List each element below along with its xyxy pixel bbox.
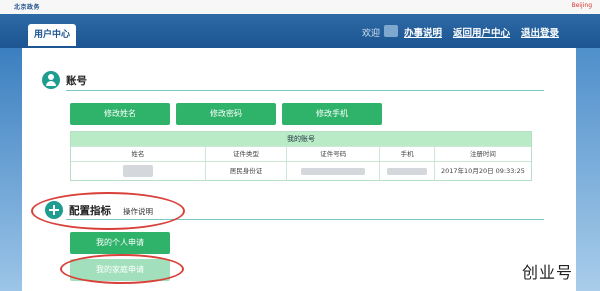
username-redacted	[384, 25, 398, 37]
brand-text: Beijing	[571, 2, 592, 9]
user-center-tab[interactable]: 用户中心	[28, 24, 76, 46]
back-to-user-center-link[interactable]: 返回用户中心	[453, 25, 510, 39]
red-annotation-oval	[31, 192, 185, 230]
table-caption: 我的账号	[71, 132, 531, 146]
top-strip: 北京政务 Beijing	[0, 0, 600, 14]
welcome-text: 欢迎	[362, 29, 381, 39]
account-table: 我的账号 姓名 证件类型 证件号码 手机 注册时间 居民身份证 2017年10月…	[70, 131, 532, 181]
top-navbar: 用户中心 欢迎 办事说明 返回用户中心 退出登录	[0, 14, 600, 48]
change-phone-button[interactable]: 修改手机	[282, 103, 382, 125]
table-header-row: 姓名 证件类型 证件号码 手机 注册时间	[71, 146, 531, 161]
col-header-register-time: 注册时间	[433, 147, 531, 161]
change-password-button[interactable]: 修改密码	[176, 103, 276, 125]
nav-links: 办事说明 返回用户中心 退出登录	[404, 25, 559, 39]
col-header-id-type: 证件类型	[204, 147, 286, 161]
col-header-id-number: 证件号码	[286, 147, 379, 161]
cell-name-redacted	[71, 162, 205, 180]
col-header-name: 姓名	[131, 150, 145, 158]
background-right	[576, 48, 600, 291]
col-header-phone: 手机	[379, 147, 434, 161]
red-annotation-oval-2	[60, 254, 184, 284]
account-section-title: 账号	[66, 75, 87, 87]
logout-link[interactable]: 退出登录	[521, 25, 559, 39]
change-name-button[interactable]: 修改姓名	[70, 103, 170, 125]
my-personal-application-button[interactable]: 我的个人申请	[70, 232, 170, 254]
guide-link[interactable]: 办事说明	[404, 25, 442, 39]
account-section-divider	[66, 90, 544, 91]
cell-id-number-redacted	[286, 162, 379, 180]
cell-id-type: 居民身份证	[204, 162, 286, 180]
site-logo: 北京政务	[14, 4, 41, 11]
cell-register-time: 2017年10月20日 09:33:25	[433, 162, 531, 180]
table-row: 居民身份证 2017年10月20日 09:33:25	[71, 161, 531, 180]
cell-phone-redacted	[379, 162, 434, 180]
user-icon	[42, 71, 60, 89]
background-left	[0, 48, 22, 291]
watermark: 创业号	[522, 263, 574, 282]
